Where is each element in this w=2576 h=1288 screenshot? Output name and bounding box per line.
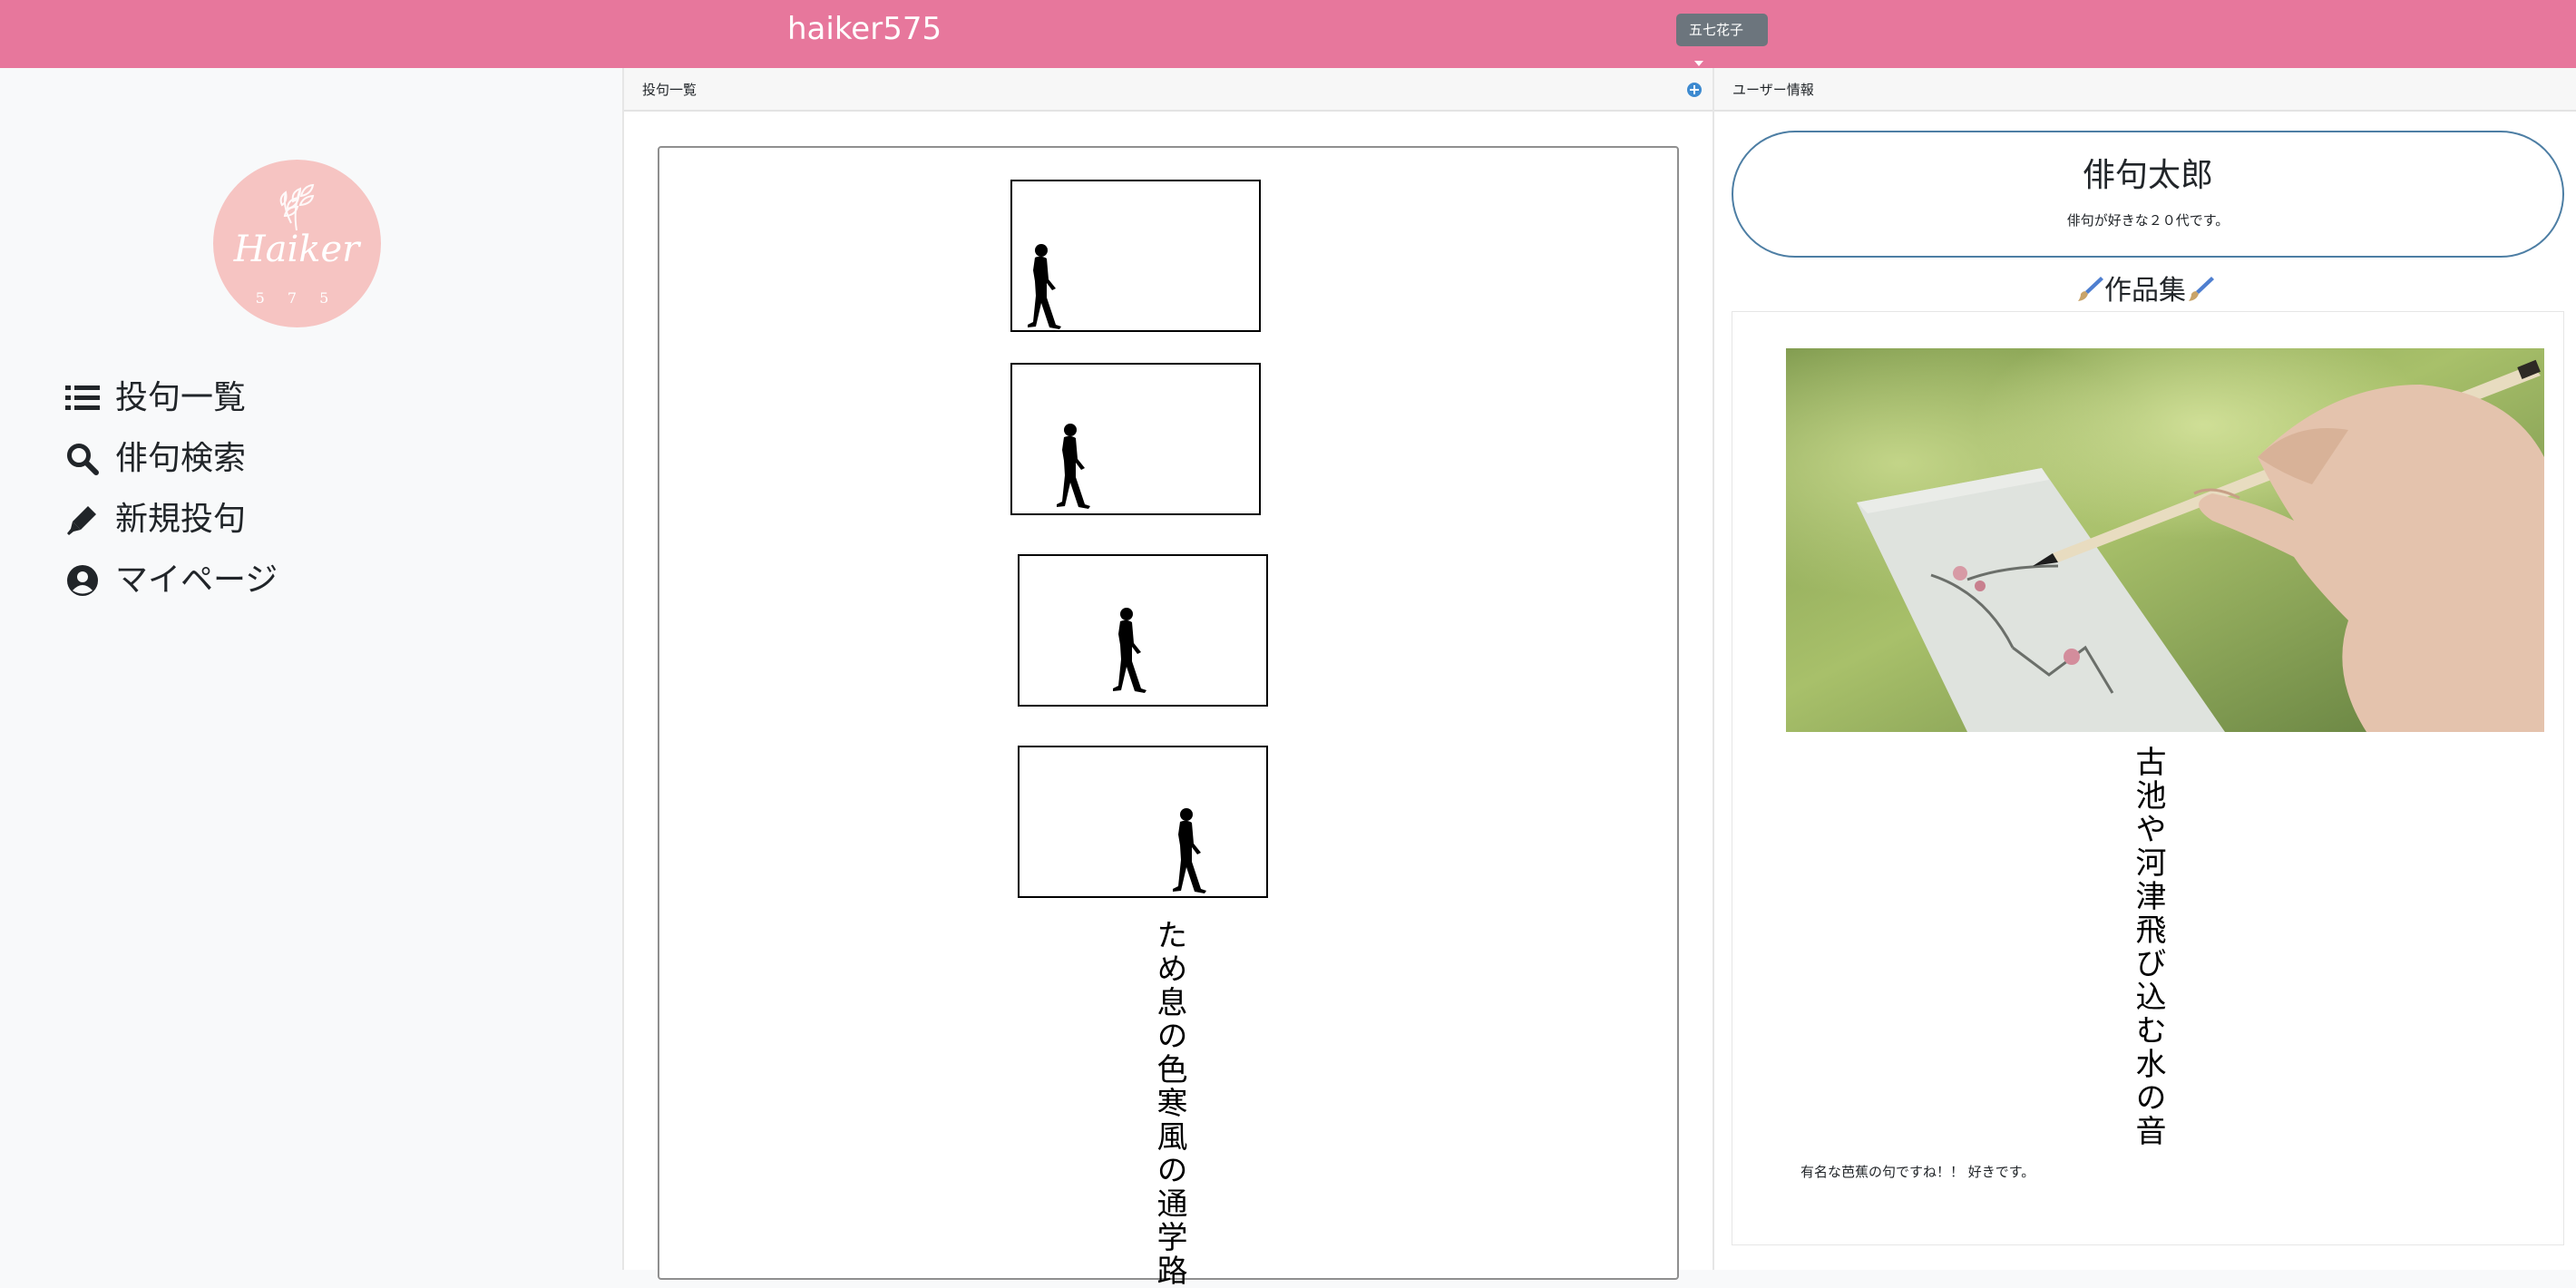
post-item[interactable]: ため息の色寒風の通学路	[658, 146, 1679, 1288]
paintbrush-icon	[2186, 274, 2215, 310]
user-menu-dropdown[interactable]: 五七花子	[1676, 14, 1768, 66]
sidebar-item-mypage[interactable]: マイページ	[65, 550, 278, 610]
card-header: 投句一覧	[624, 68, 1712, 112]
pen-icon	[65, 503, 100, 537]
walking-person-icon	[1173, 808, 1206, 893]
walking-person-icon	[1113, 608, 1147, 693]
user-bio: 俳句が好きな２０代です。	[2066, 212, 2230, 229]
animation-frame	[1018, 554, 1268, 707]
brush-writing-photo	[1786, 348, 2544, 732]
logo-subtext: 5 7 5	[256, 289, 338, 307]
caret-down-icon	[1694, 60, 1703, 66]
works-title-text: 作品集	[2104, 275, 2186, 307]
sidebar-item-new-post[interactable]: 新規投句	[65, 489, 278, 550]
card-title: 投句一覧	[642, 82, 698, 98]
work-item[interactable]: 古池や河津飛び込む水の音 有名な芭蕉の句ですね！！ 好きです。	[1732, 311, 2564, 1245]
animation-frame	[1018, 746, 1268, 898]
card-header: ユーザー情報	[1714, 68, 2576, 112]
haiker-logo[interactable]: Haiker 5 7 5	[213, 160, 381, 327]
sidebar-item-label: 新規投句	[115, 500, 247, 538]
sidebar-nav: 投句一覧 俳句検索 新規投句 マイページ	[65, 367, 278, 610]
sidebar-item-label: 投句一覧	[115, 378, 247, 416]
brand-title[interactable]: haiker575	[787, 9, 942, 49]
logo-text: Haiker	[233, 229, 362, 270]
sidebar-item-haiku-search[interactable]: 俳句検索	[65, 428, 278, 489]
profile-box: 俳句太郎 俳句が好きな２０代です。	[1732, 131, 2564, 258]
list-icon	[65, 381, 100, 415]
sidebar-item-label: 俳句検索	[115, 439, 247, 477]
paintbrush-icon	[2075, 274, 2104, 310]
plus-circle-icon[interactable]	[1687, 83, 1702, 97]
work-comment: 有名な芭蕉の句ですね！！ 好きです。	[1800, 1164, 2035, 1180]
card-title: ユーザー情報	[1732, 82, 1814, 98]
walking-person-icon	[1057, 424, 1090, 509]
animation-frame	[1010, 180, 1261, 332]
search-icon	[65, 442, 100, 476]
user-menu-label: 五七花子	[1689, 22, 1744, 38]
animation-frame	[1010, 363, 1261, 515]
user-name: 俳句太郎	[2082, 157, 2213, 194]
haiku-text: ため息の色寒風の通学路	[1151, 919, 1187, 1288]
sidebar-item-label: マイページ	[115, 561, 278, 599]
haiku-text: 古池や河津飛び込む水の音	[2130, 746, 2166, 1148]
top-navbar: haiker575 五七花子	[0, 0, 2576, 68]
user-circle-icon	[65, 563, 100, 598]
user-info-card: ユーザー情報 俳句太郎 俳句が好きな２０代です。 作品集 古池や河津飛び込む水の…	[1714, 68, 2576, 1270]
sidebar: Haiker 5 7 5 投句一覧 俳句検索 新規投句 マイページ	[0, 68, 622, 1270]
walking-person-icon	[1028, 244, 1061, 329]
sidebar-item-post-list[interactable]: 投句一覧	[65, 367, 278, 428]
post-list-card: 投句一覧 ため息の色寒風の通学路	[624, 68, 1712, 1288]
works-heading: 作品集	[1714, 268, 2576, 310]
